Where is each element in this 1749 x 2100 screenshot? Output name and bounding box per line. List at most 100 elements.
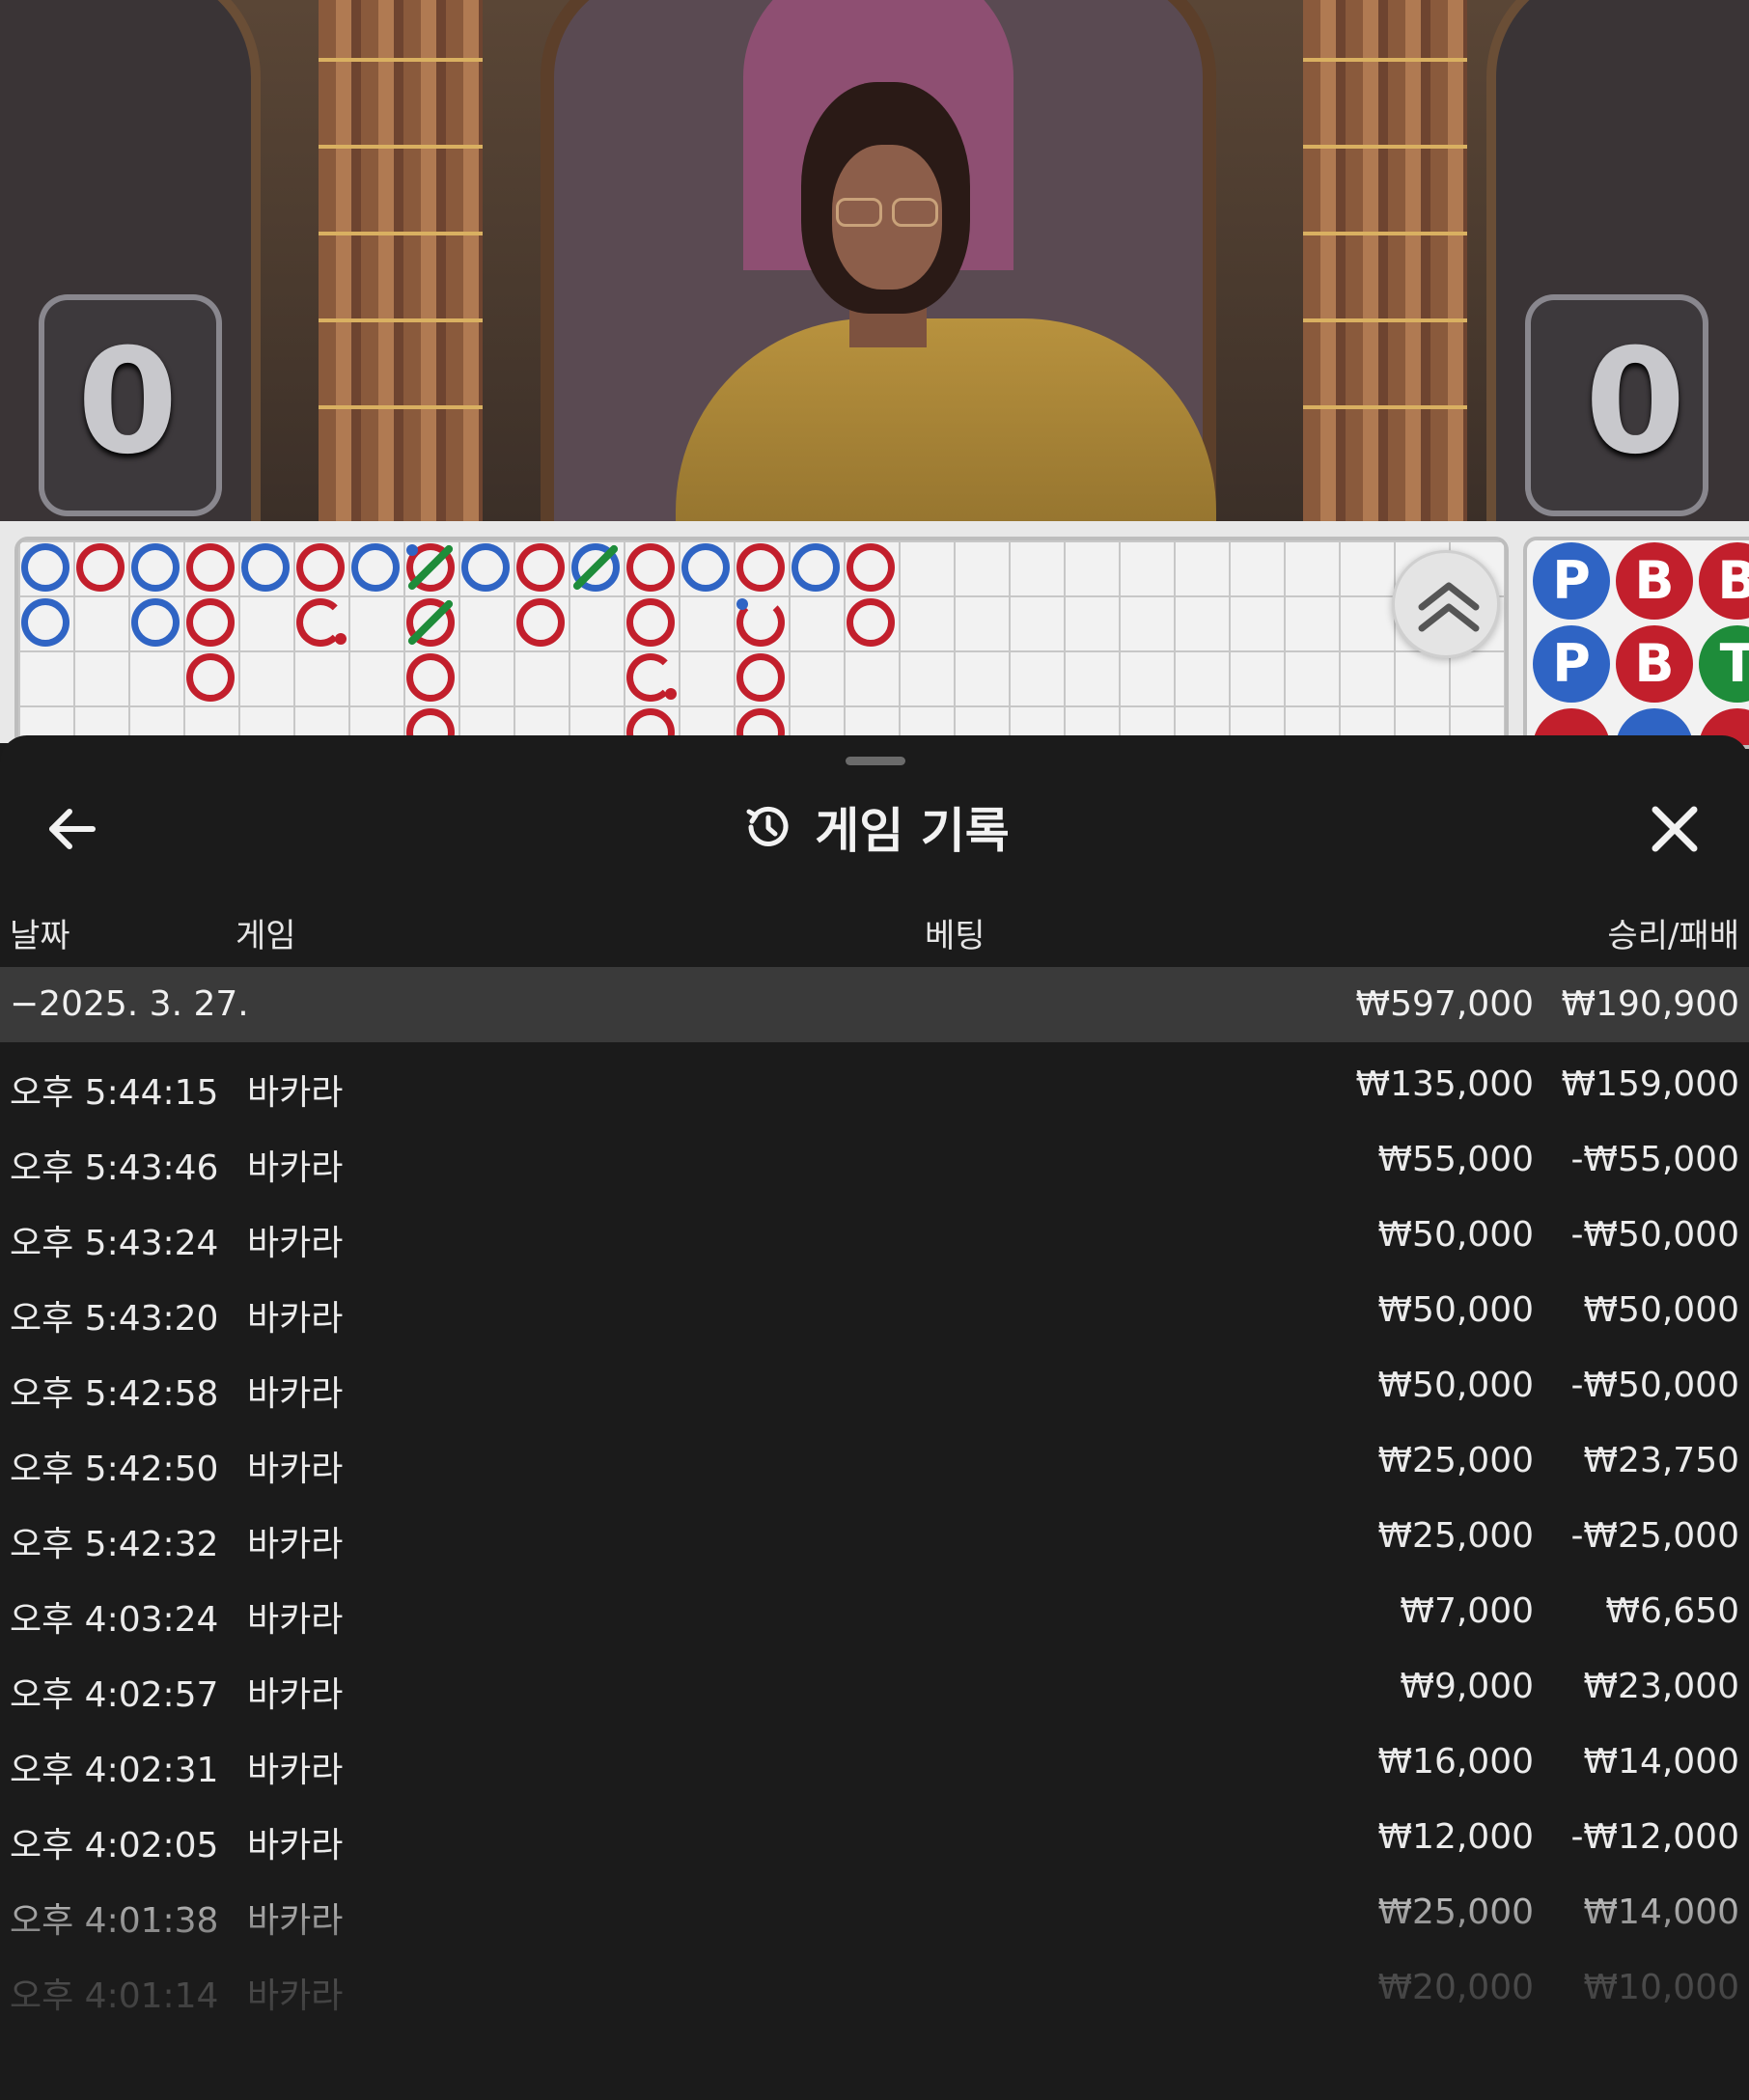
bead-banker: B <box>1616 542 1693 620</box>
history-row[interactable]: 오후 5:42:50 바카라 ₩25,000 ₩23,750 <box>0 1423 1749 1498</box>
road-ring-player <box>21 543 69 592</box>
road-ring-banker <box>186 543 235 592</box>
history-row[interactable]: 오후 5:43:20 바카라 ₩50,000 ₩50,000 <box>0 1272 1749 1347</box>
road-ring-player <box>461 543 510 592</box>
banker-score: 0 <box>1585 318 1686 486</box>
sheet-header: 게임 기록 <box>0 774 1749 880</box>
history-row[interactable]: 오후 4:02:05 바카라 ₩12,000 -₩12,000 <box>0 1799 1749 1874</box>
player-pair-dot <box>406 544 418 556</box>
road-ring-banker <box>736 543 785 592</box>
row-result: -₩50,000 <box>1570 1366 1739 1405</box>
row-bet: ₩55,000 <box>1377 1140 1534 1179</box>
row-time: 오후 4:03:24 <box>10 1600 219 1640</box>
row-time: 오후 5:42:58 <box>10 1374 219 1414</box>
row-bet: ₩50,000 <box>1377 1366 1534 1405</box>
roadmap-collapse-button[interactable] <box>1392 550 1500 658</box>
road-ring-banker <box>847 543 895 592</box>
row-time: 오후 5:43:20 <box>10 1299 219 1339</box>
row-result: ₩14,000 <box>1583 1742 1739 1782</box>
row-result: ₩14,000 <box>1583 1893 1739 1932</box>
history-row[interactable]: 오후 4:01:38 바카라 ₩25,000 ₩14,000 <box>0 1874 1749 1949</box>
bead-tie: T <box>1699 625 1749 703</box>
row-result: -₩55,000 <box>1570 1140 1739 1179</box>
road-ring-banker <box>186 598 235 647</box>
road-ring-player <box>131 543 180 592</box>
road-ring-banker <box>736 653 785 702</box>
banker-pair-dot <box>335 633 347 645</box>
arrow-left-icon <box>49 809 96 849</box>
row-bet: ₩25,000 <box>1377 1441 1534 1480</box>
history-row[interactable]: 오후 4:03:24 바카라 ₩7,000 ₩6,650 <box>0 1573 1749 1648</box>
road-ring-banker <box>406 653 455 702</box>
date-group-win-total: ₩190,900 <box>1561 984 1739 1024</box>
bead-player: P <box>1533 625 1610 703</box>
dealer-glasses-right <box>892 198 938 227</box>
row-bet: ₩12,000 <box>1377 1817 1534 1857</box>
sheet-grab-handle[interactable] <box>846 757 905 765</box>
date-group-row[interactable]: −2025. 3. 27. ₩597,000 ₩190,900 <box>0 967 1749 1042</box>
history-row[interactable]: 오후 5:42:32 바카라 ₩25,000 -₩25,000 <box>0 1498 1749 1573</box>
road-ring-player <box>131 598 180 647</box>
road-ring-player <box>21 598 69 647</box>
close-icon <box>1652 806 1698 852</box>
road-ring-player <box>241 543 290 592</box>
history-row[interactable]: 오후 5:43:24 바카라 ₩50,000 -₩50,000 <box>0 1197 1749 1272</box>
road-ring-banker <box>626 543 675 592</box>
row-bet: ₩50,000 <box>1377 1290 1534 1330</box>
date-group-bet-total: ₩597,000 <box>1355 984 1534 1024</box>
table-header: 날짜 게임 베팅 승리/패배 <box>0 899 1749 963</box>
history-row[interactable]: 오후 4:01:14 바카라 ₩20,000 ₩10,000 <box>0 1949 1749 2025</box>
road-ring-banker <box>516 598 565 647</box>
row-result: ₩159,000 <box>1561 1064 1739 1104</box>
row-result: ₩23,750 <box>1583 1441 1739 1480</box>
row-time: 오후 5:43:24 <box>10 1224 219 1263</box>
back-button[interactable] <box>39 795 106 863</box>
history-row[interactable]: 오후 4:02:31 바카라 ₩16,000 ₩14,000 <box>0 1724 1749 1799</box>
left-pillar <box>319 0 483 521</box>
row-game: 바카라 <box>247 1826 344 1865</box>
history-row[interactable]: 오후 5:44:15 바카라 ₩135,000 ₩159,000 <box>0 1046 1749 1121</box>
row-time: 오후 4:02:05 <box>10 1826 219 1865</box>
row-game: 바카라 <box>247 1751 344 1790</box>
sheet-title: 게임 기록 <box>815 803 1010 859</box>
row-game: 바카라 <box>247 1450 344 1489</box>
row-time: 오후 5:42:32 <box>10 1525 219 1564</box>
dealer-glasses-left <box>836 198 882 227</box>
row-result: ₩6,650 <box>1605 1591 1739 1631</box>
road-ring-player <box>791 543 840 592</box>
history-clock-icon <box>746 806 789 846</box>
row-time: 오후 4:02:31 <box>10 1751 219 1790</box>
row-result: ₩50,000 <box>1583 1290 1739 1330</box>
row-game: 바카라 <box>247 1148 344 1188</box>
row-game: 바카라 <box>247 1374 344 1414</box>
row-game: 바카라 <box>247 1901 344 1941</box>
player-score: 0 <box>77 318 179 486</box>
row-result: -₩25,000 <box>1570 1516 1739 1556</box>
row-game: 바카라 <box>247 1224 344 1263</box>
row-bet: ₩135,000 <box>1355 1064 1534 1104</box>
player-pair-dot <box>736 598 748 610</box>
road-ring-banker <box>847 598 895 647</box>
banker-pair-dot <box>665 688 677 700</box>
row-bet: ₩50,000 <box>1377 1215 1534 1255</box>
row-time: 오후 5:42:50 <box>10 1450 219 1489</box>
road-ring-player <box>351 543 400 592</box>
sheet-title-group: 게임 기록 <box>0 774 1749 880</box>
history-row[interactable]: 오후 5:42:58 바카라 ₩50,000 -₩50,000 <box>0 1347 1749 1423</box>
game-history-sheet: 게임 기록 날짜 게임 베팅 승리/패배 −2025. 3. 27. ₩597,… <box>0 735 1749 2100</box>
row-time: 오후 4:01:14 <box>10 1976 219 2016</box>
close-button[interactable] <box>1641 795 1708 863</box>
date-group-date: −2025. 3. 27. <box>10 984 249 1024</box>
column-game: 게임 <box>236 917 296 955</box>
row-time: 오후 5:44:15 <box>10 1073 219 1113</box>
history-row[interactable]: 오후 4:02:57 바카라 ₩9,000 ₩23,000 <box>0 1648 1749 1724</box>
big-road[interactable] <box>14 537 1509 749</box>
row-game: 바카라 <box>247 1525 344 1564</box>
history-row[interactable]: 오후 5:43:46 바카라 ₩55,000 -₩55,000 <box>0 1121 1749 1197</box>
bead-road[interactable]: P B B P B T <box>1523 537 1749 749</box>
row-bet: ₩25,000 <box>1377 1516 1534 1556</box>
bead-player: P <box>1533 542 1610 620</box>
row-bet: ₩7,000 <box>1400 1591 1534 1631</box>
column-bet: 베팅 <box>925 917 986 955</box>
road-ring-banker <box>626 598 675 647</box>
